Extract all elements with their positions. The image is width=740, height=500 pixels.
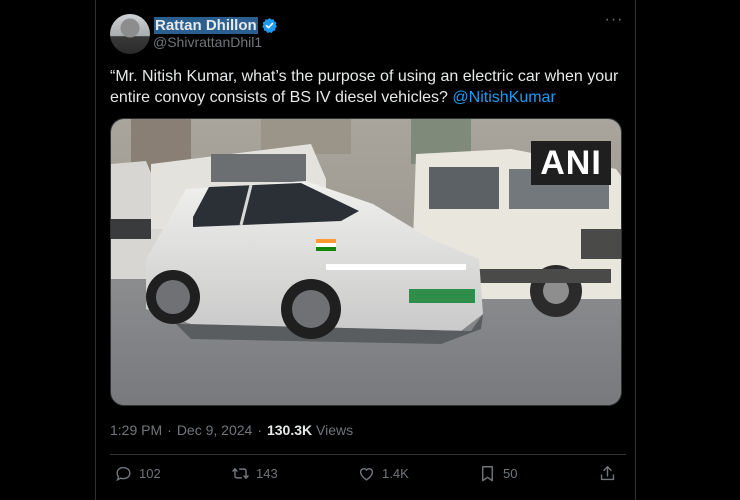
- repost-count: 143: [256, 466, 278, 481]
- views-label: Views: [316, 422, 354, 438]
- more-options-icon[interactable]: ···: [604, 12, 624, 32]
- bookmark-button[interactable]: 50: [478, 464, 517, 483]
- repost-icon: [232, 468, 249, 479]
- tweet-text: “Mr. Nitish Kumar, what’s the purpose of…: [110, 66, 626, 108]
- views-count: 130.3K: [266, 422, 313, 438]
- share-button[interactable]: [598, 464, 617, 483]
- like-count: 1.4K: [382, 466, 409, 481]
- reply-count: 102: [139, 466, 161, 481]
- verified-badge-icon: [261, 17, 277, 33]
- tweet-date[interactable]: Dec 9, 2024: [177, 422, 253, 438]
- repost-button[interactable]: 143: [231, 464, 278, 483]
- reply-icon: [116, 466, 131, 482]
- like-icon: [359, 468, 374, 481]
- mention-link[interactable]: @NitishKumar: [452, 89, 555, 106]
- action-bar: 102 143 1.4K 50: [110, 464, 626, 486]
- tweet-media-image[interactable]: ANI: [110, 118, 622, 406]
- author-handle[interactable]: @ShivrattanDhil1: [153, 34, 262, 50]
- ani-watermark: ANI: [531, 141, 611, 185]
- meta-separator: ·: [167, 422, 172, 438]
- avatar[interactable]: [110, 14, 150, 54]
- author-row: Rattan Dhillon: [154, 15, 278, 35]
- tweet-meta: 1:29 PM · Dec 9, 2024 · 130.3K Views: [110, 422, 353, 438]
- author-name[interactable]: Rattan Dhillon: [154, 16, 258, 34]
- share-icon: [600, 466, 615, 481]
- divider: [110, 454, 626, 455]
- meta-separator: ·: [257, 422, 262, 438]
- bookmark-count: 50: [503, 466, 518, 481]
- like-button[interactable]: 1.4K: [357, 464, 409, 483]
- tweet-time[interactable]: 1:29 PM: [110, 422, 162, 438]
- reply-button[interactable]: 102: [114, 464, 161, 483]
- bookmark-icon: [482, 466, 493, 482]
